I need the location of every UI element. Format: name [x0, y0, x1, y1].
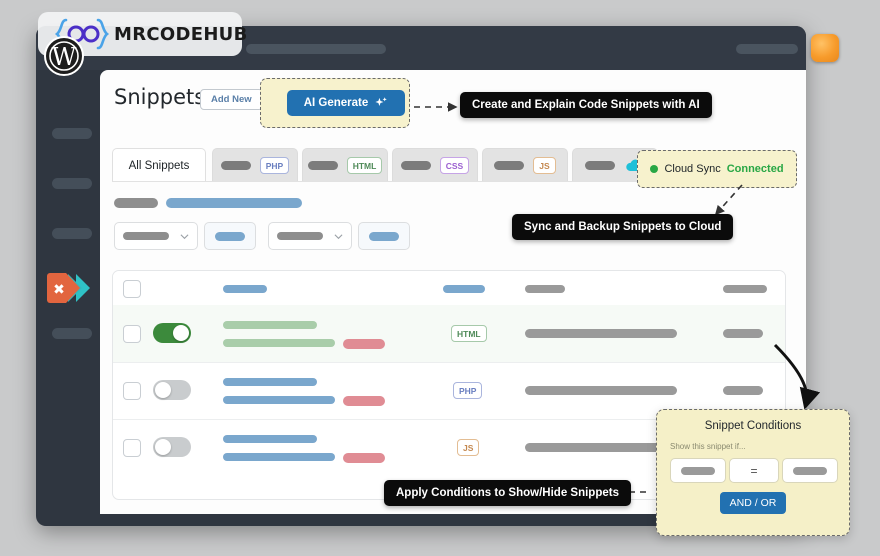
row-meta-bar	[525, 329, 677, 338]
filter-button-2-value	[369, 231, 399, 241]
row-toggle[interactable]	[153, 437, 191, 457]
page-title: Snippets	[114, 85, 206, 109]
row-tag-bar	[343, 396, 385, 406]
filter-link-placeholder	[166, 198, 302, 208]
cloud-sync-status: Connected	[726, 163, 784, 175]
row-checkbox[interactable]	[123, 439, 141, 457]
tab-all-snippets[interactable]: All Snippets	[112, 148, 206, 182]
row-toggle[interactable]	[153, 323, 191, 343]
column-header-3[interactable]	[525, 285, 565, 293]
row-actions-bar[interactable]	[723, 386, 763, 395]
row-title-bar	[223, 435, 317, 443]
tab-js-placeholder	[494, 161, 525, 170]
filter-button-2[interactable]	[358, 222, 410, 250]
condition-field-1[interactable]	[670, 458, 726, 483]
row-tag-bar	[343, 453, 385, 463]
conditions-title: Snippet Conditions	[704, 420, 802, 432]
column-header-4[interactable]	[723, 285, 767, 293]
tab-css-placeholder	[400, 161, 431, 170]
row-checkbox[interactable]	[123, 325, 141, 343]
badge-css: CSS	[439, 157, 470, 174]
watermark-brand-label: MRCODEHUB	[114, 23, 248, 45]
condition-operator-value: =	[750, 463, 758, 478]
topbar-placeholder-bar	[246, 44, 386, 54]
row-tag-bar	[343, 339, 385, 349]
tab-css[interactable]: CSS	[392, 148, 478, 182]
chevron-down-icon	[180, 232, 189, 241]
wordpress-icon: W	[44, 36, 84, 76]
conditions-subtitle: Show this snippet if...	[670, 442, 746, 451]
ai-generate-button[interactable]: AI Generate	[287, 90, 405, 116]
column-header-1[interactable]	[223, 285, 267, 293]
row-desc-bar	[223, 339, 335, 347]
badge-php: PHP	[259, 157, 290, 174]
and-or-button[interactable]: AND / OR	[720, 492, 786, 514]
sidebar-item-1[interactable]	[52, 128, 92, 139]
sidebar-item-4[interactable]	[52, 328, 92, 339]
filter-dropdown-2[interactable]	[268, 222, 352, 250]
topbar-placeholder-bar-right	[736, 44, 798, 54]
tab-html-placeholder	[307, 161, 338, 170]
cloud-sync-highlight[interactable]: Cloud Sync Connected	[637, 150, 797, 188]
condition-field-3-value	[793, 466, 827, 475]
screenshot-root: ✖ Snippets Add New AI Generate All Snipp…	[0, 0, 880, 556]
account-avatar-button[interactable]	[811, 34, 839, 62]
ai-generate-label: AI Generate	[303, 97, 369, 109]
badge-html: HTML	[346, 157, 383, 174]
row-actions-bar[interactable]	[723, 329, 763, 338]
row-meta-bar	[525, 386, 677, 395]
row-toggle[interactable]	[153, 380, 191, 400]
condition-field-3[interactable]	[782, 458, 838, 483]
add-new-button[interactable]: Add New	[200, 89, 263, 110]
column-header-2[interactable]	[443, 285, 485, 293]
row-title-bar	[223, 321, 317, 329]
table-header-row	[113, 271, 785, 306]
callout-ai: Create and Explain Code Snippets with AI	[460, 92, 712, 118]
tab-cloud-placeholder	[584, 161, 615, 170]
tab-js[interactable]: JS	[482, 148, 568, 182]
sidebar-item-3[interactable]	[52, 228, 92, 239]
chevron-down-icon-2	[334, 232, 343, 241]
svg-text:✖: ✖	[53, 282, 65, 298]
filter-dropdown-2-value	[277, 232, 323, 240]
filter-button-1[interactable]	[204, 222, 256, 250]
row-language-badge: HTML	[451, 325, 487, 342]
filter-button-1-value	[215, 231, 245, 241]
row-desc-bar	[223, 453, 335, 461]
snippets-play-logo-icon[interactable]: ✖	[46, 270, 90, 306]
condition-field-1-value	[681, 466, 715, 475]
filter-label-placeholder	[114, 198, 158, 208]
status-dot-icon	[650, 165, 659, 173]
callout-conditions: Apply Conditions to Show/Hide Snippets	[384, 480, 631, 506]
row-checkbox[interactable]	[123, 382, 141, 400]
cloud-sync-label: Cloud Sync	[664, 163, 721, 175]
toggle-knob	[155, 382, 171, 398]
toggle-knob	[173, 325, 189, 341]
row-language-badge: PHP	[453, 382, 483, 399]
callout-cloud: Sync and Backup Snippets to Cloud	[512, 214, 734, 240]
snippet-conditions-panel: Snippet Conditions Show this snippet if.…	[656, 409, 850, 536]
select-all-checkbox[interactable]	[123, 280, 141, 298]
tab-php[interactable]: PHP	[212, 148, 298, 182]
toggle-knob	[155, 439, 171, 455]
sidebar-item-2[interactable]	[52, 178, 92, 189]
tab-all-snippets-label: All Snippets	[128, 159, 190, 172]
badge-js: JS	[533, 157, 556, 174]
row-desc-bar	[223, 396, 335, 404]
row-title-bar	[223, 378, 317, 386]
row-language-badge: JS	[457, 439, 480, 456]
filter-dropdown-1-value	[123, 232, 169, 240]
table-row[interactable]: HTML	[113, 305, 785, 363]
row-meta-bar	[525, 443, 677, 452]
condition-operator[interactable]: =	[729, 458, 779, 483]
filter-dropdown-1[interactable]	[114, 222, 198, 250]
tab-html[interactable]: HTML	[302, 148, 388, 182]
tab-php-placeholder	[220, 161, 251, 170]
ai-generate-highlight: AI Generate	[260, 78, 410, 128]
sparkle-icon	[374, 96, 388, 110]
